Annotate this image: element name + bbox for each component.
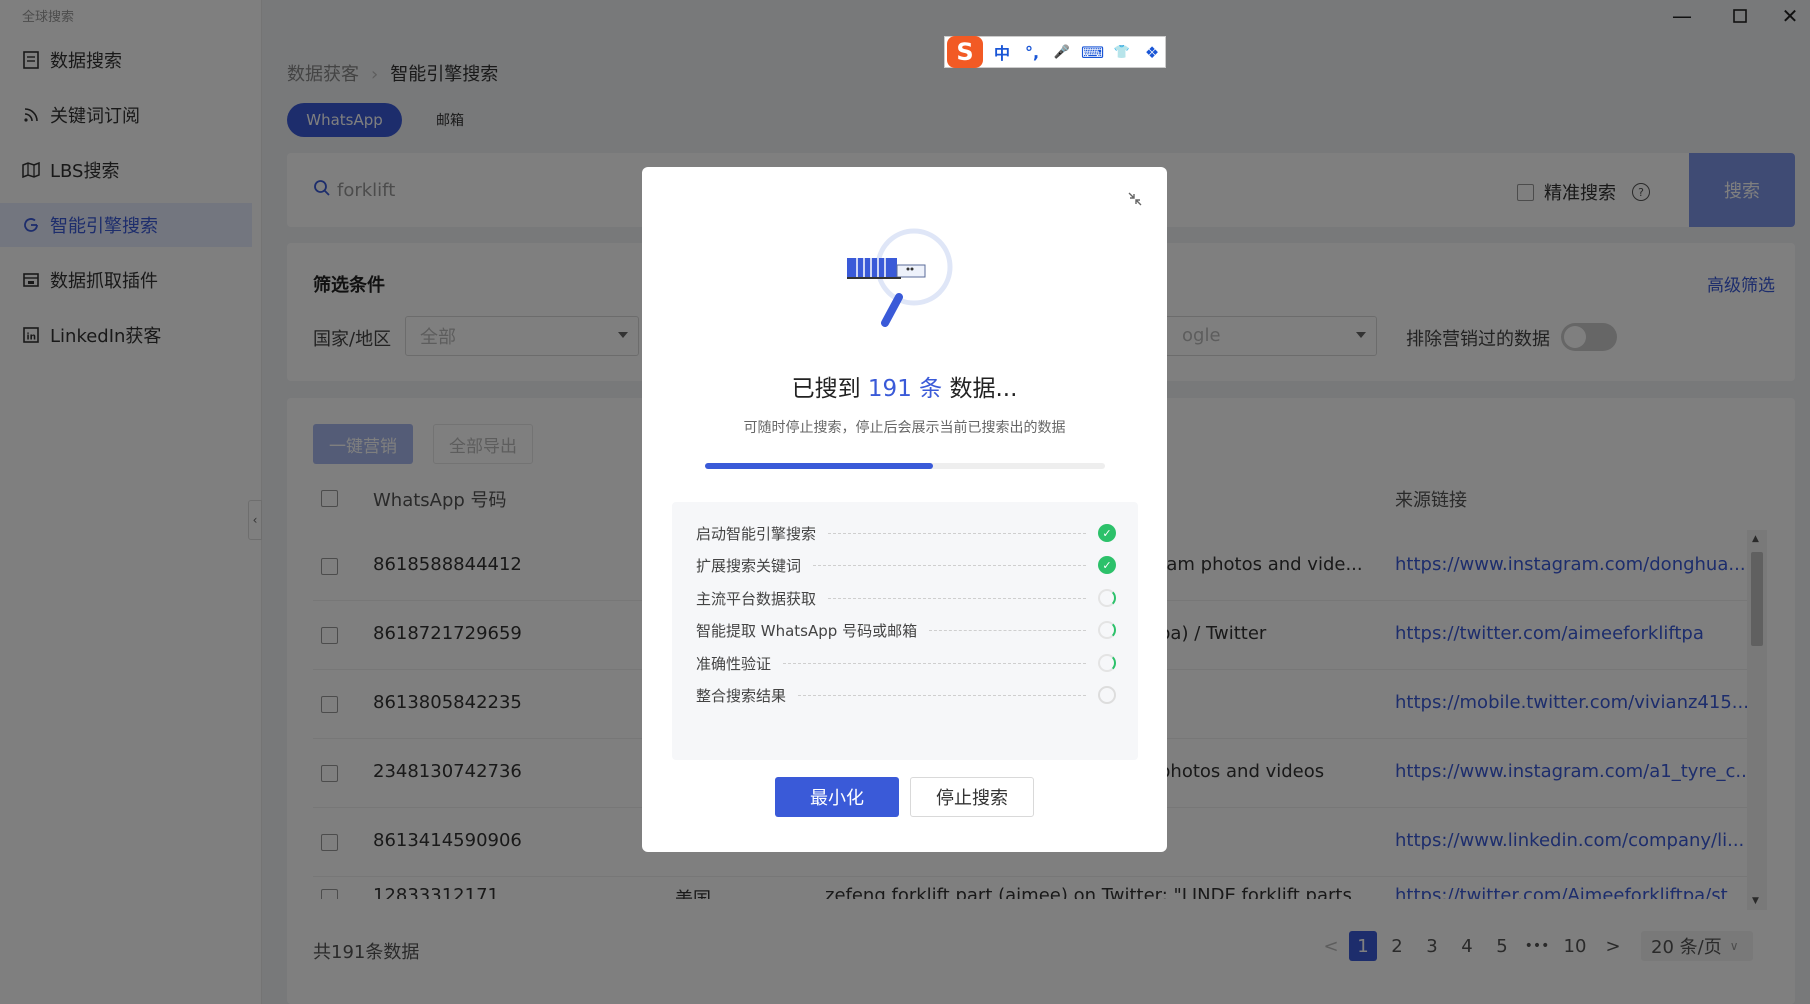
step-label: 扩展搜索关键词 [696,556,802,575]
ime-microphone-icon[interactable]: 🎤 [1051,45,1073,60]
step-leader [929,629,1086,631]
ime-keyboard-icon[interactable]: ⌨ [1081,43,1104,62]
step-leader [828,597,1086,599]
ime-punctuation-icon[interactable]: °, [1021,43,1043,62]
search-count-headline: 已搜到 191 条 数据... [642,369,1167,403]
searching-illustration-icon [843,225,962,339]
step-leader [798,694,1086,696]
shrink-icon[interactable] [1127,191,1143,211]
check-circle-icon: ✓ [1098,524,1116,542]
headline-prefix: 已搜到 [791,376,868,402]
step-leader [813,564,1086,566]
sogou-logo-icon[interactable]: S [947,36,983,68]
step-label: 主流平台数据获取 [696,589,817,608]
dialog-subtitle: 可随时停止搜索，停止后会展示当前已搜索出的数据 [743,420,1066,436]
step-label: 准确性验证 [696,654,772,673]
ime-toolbox-icon[interactable]: ❖ [1141,43,1163,62]
step-item: 智能提取 WhatsApp 号码或邮箱 [696,620,1116,640]
search-steps-panel: 启动智能引擎搜索 ✓ 扩展搜索关键词 ✓ 主流平台数据获取 智能提取 WhatsAp… [672,502,1138,760]
headline-suffix: 数据... [942,376,1018,402]
step-label: 整合搜索结果 [696,686,787,705]
loading-spinner-icon [1098,621,1116,639]
step-item: 主流平台数据获取 [696,588,1116,608]
step-item: 扩展搜索关键词 ✓ [696,555,1116,575]
step-item: 启动智能引擎搜索 ✓ [696,523,1116,543]
step-item: 整合搜索结果 [696,685,1116,705]
progress-fill [705,463,933,469]
step-leader [828,532,1086,534]
step-leader [783,662,1086,664]
pending-circle-icon [1098,686,1116,704]
stop-search-button[interactable]: 停止搜索 [910,777,1034,817]
step-label: 智能提取 WhatsApp 号码或邮箱 [696,621,918,640]
result-count: 191 条 [867,376,943,402]
ime-chinese-mode[interactable]: 中 [991,40,1013,64]
ime-skin-icon[interactable]: 👕 [1111,45,1133,60]
search-progress-dialog: 已搜到 191 条 数据... 可随时停止搜索，停止后会展示当前已搜索出的数据 … [642,167,1167,852]
search-progress-bar [705,463,1105,469]
check-circle-icon: ✓ [1098,556,1116,574]
loading-spinner-icon [1098,589,1116,607]
ime-toolbar: S 中 °, 🎤 ⌨ 👕 ❖ [944,36,1166,68]
step-label: 启动智能引擎搜索 [696,524,817,543]
loading-spinner-icon [1098,654,1116,672]
minimize-button[interactable]: 最小化 [775,777,899,817]
step-item: 准确性验证 [696,653,1116,673]
